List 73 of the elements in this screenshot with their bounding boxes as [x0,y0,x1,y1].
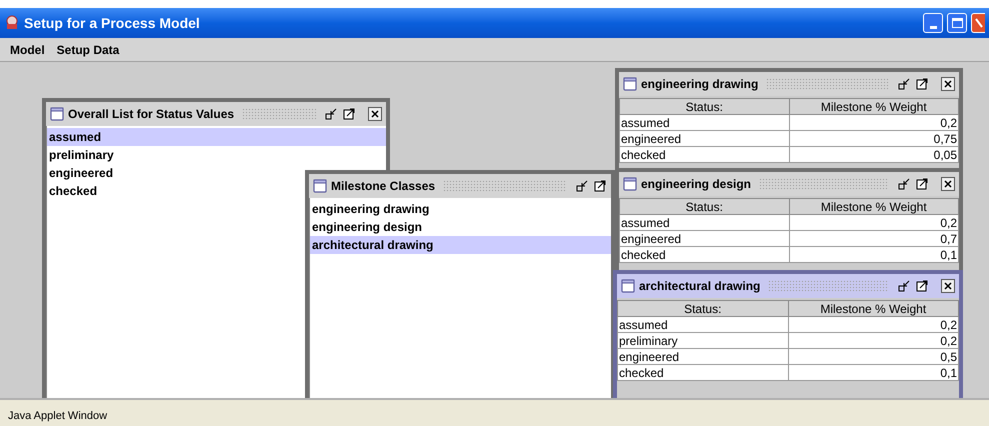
table-cell: 0,1 [789,246,958,262]
close-icon [943,281,953,291]
iconify-icon [576,180,588,192]
maximize-button[interactable] [593,179,607,193]
close-icon [370,109,380,119]
maximize-icon [594,180,606,192]
maximize-icon [916,280,928,292]
table-cell: preliminary [618,332,788,348]
table-cell: 0,75 [789,130,958,146]
list-item[interactable]: architectural drawing [310,236,611,254]
menu-item[interactable]: Setup Data [56,40,120,58]
status-text: Java Applet Window [8,408,108,424]
column-header[interactable]: Status: [620,98,789,114]
table-cell: 0,2 [789,114,958,130]
window-icon [623,177,637,191]
close-icon [943,79,953,89]
close-button[interactable] [368,107,382,121]
app-icon [4,15,20,31]
window-icon [313,179,327,193]
column-header[interactable]: Milestone % Weight [788,300,958,316]
iconify-button[interactable] [897,279,911,293]
column-header[interactable]: Status: [618,300,788,316]
list-item[interactable]: assumed [47,128,386,146]
close-button[interactable] [941,177,955,191]
iconify-button[interactable] [575,179,589,193]
iconify-button[interactable] [897,77,911,91]
menu-item[interactable]: Model [10,40,45,58]
table-cell: 0,1 [788,364,958,380]
table-cell: assumed [620,114,789,130]
close-icon [974,18,982,28]
column-header[interactable]: Milestone % Weight [789,98,958,114]
window-icon [50,107,64,121]
column-header[interactable]: Milestone % Weight [789,198,958,214]
table-cell: 0,2 [788,332,958,348]
maximize-icon [916,78,928,90]
table-cell: assumed [618,316,788,332]
maximize-button[interactable] [342,107,356,121]
iconify-icon [898,178,910,190]
window-title: engineering drawing [641,76,758,93]
table-cell: 0,2 [788,316,958,332]
table-cell: 0,05 [789,146,958,162]
window-icon [623,77,637,91]
iconify-button[interactable] [324,107,338,121]
table-cell: checked [618,364,788,380]
table-cell: checked [620,146,789,162]
window-title: engineering design [641,176,752,193]
window-title: Setup for a Process Model [24,14,201,33]
iconify-button[interactable] [897,177,911,191]
table-cell: 0,2 [789,214,958,230]
window-icon [621,279,635,293]
window-title: Overall List for Status Values [68,106,234,123]
column-header[interactable]: Status: [620,198,789,214]
table-cell: engineered [620,230,789,246]
table-cell: engineered [618,348,788,364]
table-cell: assumed [620,214,789,230]
close-icon [943,179,953,189]
iconify-icon [325,108,337,120]
close-button[interactable] [941,279,955,293]
maximize-button[interactable] [915,77,929,91]
iconify-icon [898,78,910,90]
iconify-icon [898,280,910,292]
maximize-icon [916,178,928,190]
close-button[interactable] [941,77,955,91]
maximize-button[interactable] [915,279,929,293]
table-cell: checked [620,246,789,262]
window-title: Milestone Classes [331,178,436,195]
maximize-icon [343,108,355,120]
table-cell: 0,5 [788,348,958,364]
window-title: architectural drawing [639,278,760,295]
maximize-button[interactable] [915,177,929,191]
table-cell: 0,7 [789,230,958,246]
table-cell: engineered [620,130,789,146]
minimize-button[interactable] [923,13,943,33]
